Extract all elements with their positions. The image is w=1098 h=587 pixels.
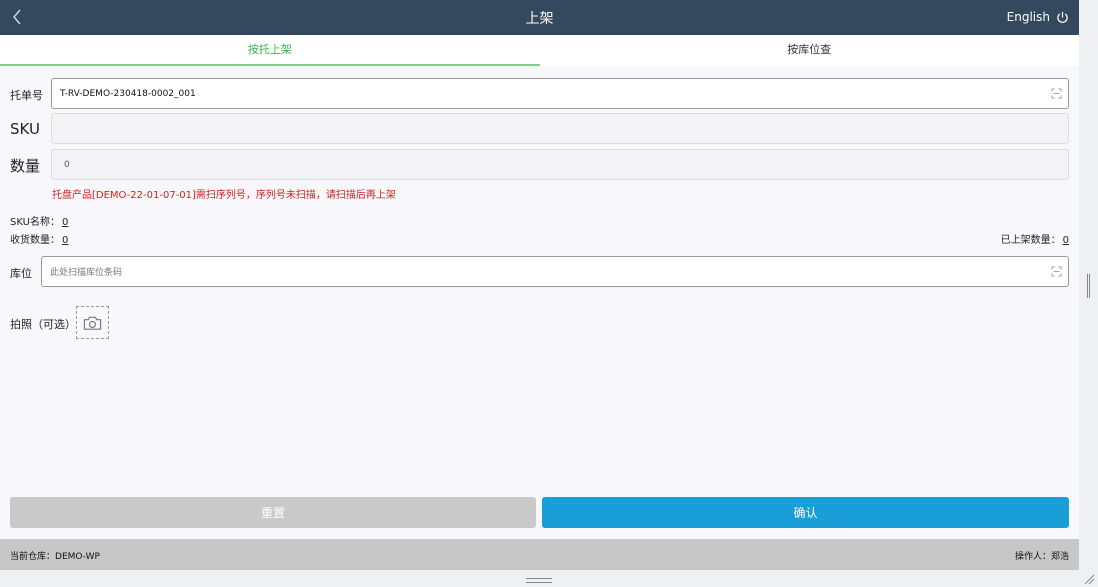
reset-button[interactable]: 重置 [10, 497, 536, 528]
warehouse-value: DEMO-WP [55, 552, 100, 562]
shelved-qty-value: 0 [1062, 235, 1069, 246]
scan-icon[interactable] [1051, 88, 1062, 99]
tab-bar: 按托上架 按库位查 [0, 35, 1079, 66]
pallet-number-input[interactable]: T-RV-DEMO-230418-0002_001 [51, 78, 1069, 109]
status-footer: 当前仓库：DEMO-WP 操作人：郑浩 [0, 539, 1079, 570]
camera-icon [83, 316, 102, 330]
operator: 操作人：郑浩 [1015, 549, 1069, 562]
quantity-input[interactable]: 0 [51, 149, 1069, 180]
resize-grip-icon[interactable] [1083, 573, 1095, 585]
received-qty-info: 收货数量： 0 [10, 231, 68, 246]
sku-name-value: 0 [61, 217, 69, 228]
received-qty-label: 收货数量： [10, 235, 60, 246]
tab-by-location[interactable]: 按库位查 [540, 35, 1080, 66]
sku-input[interactable] [51, 113, 1069, 144]
quantity-label: 数量 [10, 157, 41, 175]
operator-label: 操作人： [1014, 552, 1051, 562]
pallet-number-label: 托单号 [10, 89, 43, 102]
photo-upload-button[interactable] [76, 306, 109, 339]
pallet-number-value: T-RV-DEMO-230418-0002_001 [60, 88, 196, 99]
top-bar: 上架 English [0, 0, 1079, 35]
page-title: 上架 [525, 11, 554, 27]
received-qty-value: 0 [62, 235, 69, 246]
photo-label: 拍照（可选） [10, 318, 76, 331]
shelved-qty-label: 已上架数量： [1000, 235, 1061, 246]
shelved-qty-info: 已上架数量： 0 [1001, 231, 1069, 246]
app-window: 上架 English 按托上架 按库位查 托单号 T-RV-DEMO-23041… [0, 0, 1079, 570]
current-warehouse: 当前仓库：DEMO-WP [10, 549, 100, 562]
sku-name-label: SKU名称： [10, 217, 60, 228]
sku-name-info: SKU名称： 0 [10, 213, 68, 228]
error-message: 托盘产品[DEMO-22-01-07-01]需扫序列号，序列号未扫描，请扫描后再… [52, 190, 396, 201]
sku-label: SKU [10, 120, 40, 138]
horizontal-drag-handle[interactable] [526, 578, 552, 583]
scan-icon[interactable] [1051, 266, 1062, 277]
tab-by-pallet[interactable]: 按托上架 [0, 35, 540, 66]
confirm-button[interactable]: 确认 [542, 497, 1069, 528]
warehouse-label: 当前仓库： [10, 552, 56, 562]
location-placeholder: 此处扫描库位条码 [50, 268, 123, 278]
quantity-value: 0 [64, 159, 70, 170]
power-icon[interactable] [1056, 11, 1069, 24]
language-label: English [1006, 10, 1050, 24]
operator-value: 郑浩 [1050, 552, 1069, 562]
location-input[interactable]: 此处扫描库位条码 [41, 256, 1069, 287]
language-toggle[interactable]: English [1007, 10, 1069, 24]
location-label: 库位 [10, 267, 32, 280]
vertical-drag-handle[interactable] [1087, 274, 1090, 298]
